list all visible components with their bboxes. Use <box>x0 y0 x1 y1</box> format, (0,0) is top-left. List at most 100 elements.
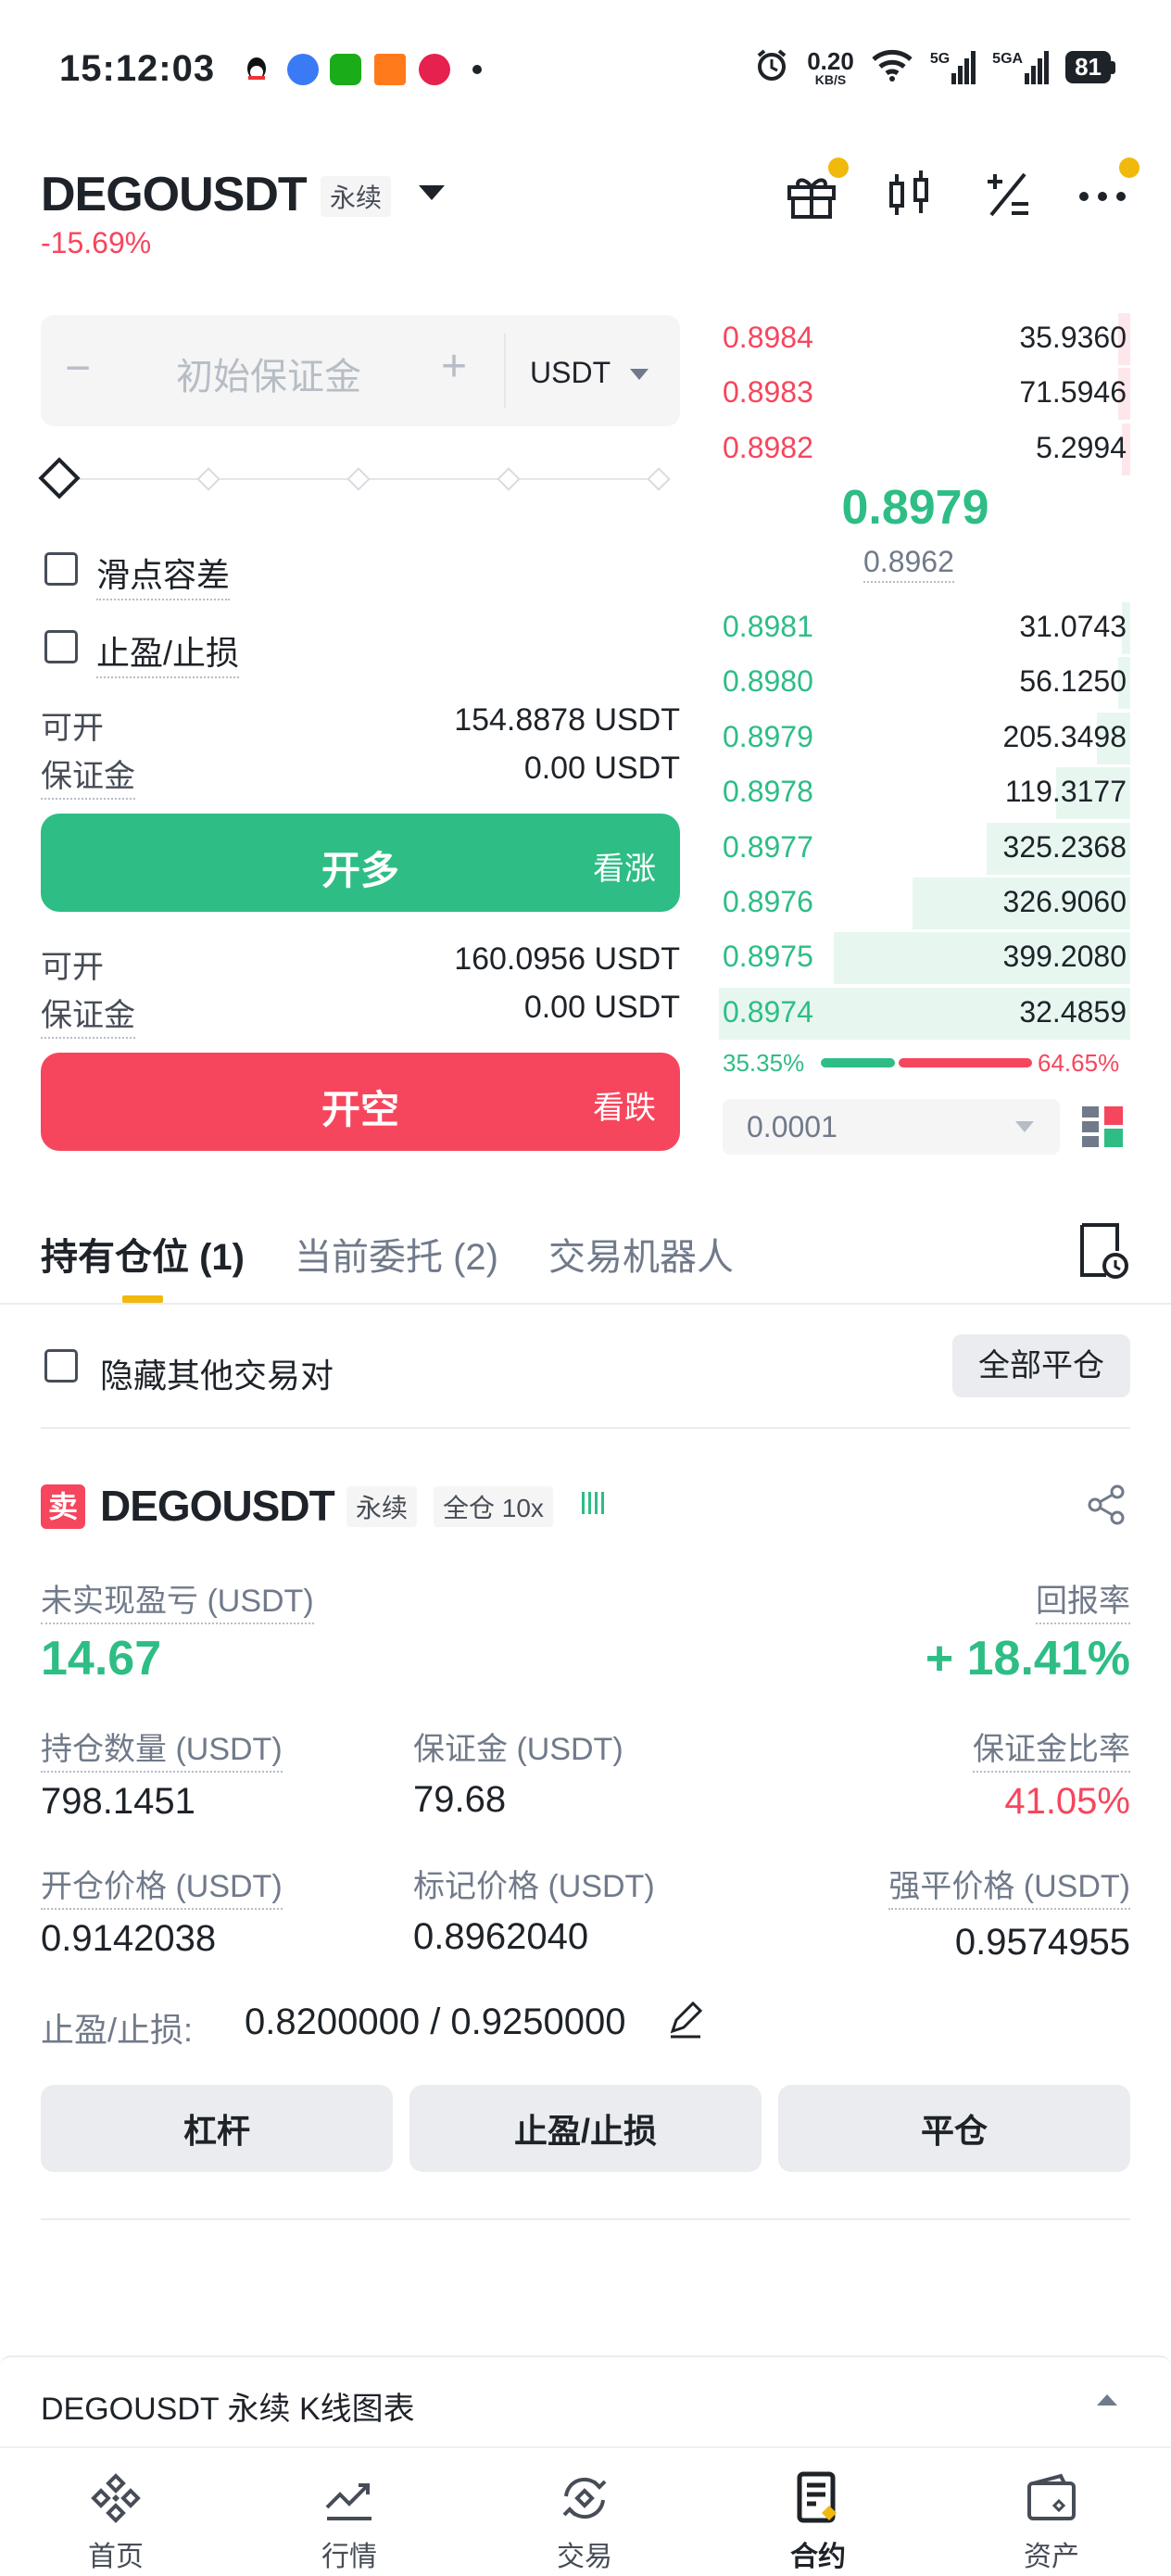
size-value: 798.1451 <box>41 1781 195 1822</box>
battery-icon: 81 <box>1065 51 1115 83</box>
long-available-label: 可开 <box>41 711 104 746</box>
candlestick-chart-icon[interactable] <box>882 167 938 222</box>
margin-increment-button[interactable]: + <box>441 341 467 392</box>
tab-open-orders[interactable]: 当前委托 (2) <box>295 1227 498 1281</box>
slider-handle[interactable] <box>38 457 81 499</box>
signal-5ga: 5GA <box>992 50 1050 84</box>
more-notification-dot <box>1119 158 1140 178</box>
short-available-value: 160.0956 USDT <box>454 941 680 977</box>
bid-qty[interactable]: 31.0743 <box>1019 610 1127 644</box>
margin-input-placeholder[interactable]: 初始保证金 <box>176 347 361 400</box>
open-long-label: 开多 <box>321 849 399 892</box>
short-margin-label: 保证金 <box>41 990 135 1039</box>
signal-5g: 5G <box>929 50 976 84</box>
liq-price-label: 强平价格 (USDT) <box>888 1861 1130 1910</box>
bid-price[interactable]: 0.8976 <box>723 885 813 919</box>
position-symbol[interactable]: DEGOUSDT <box>100 1481 335 1531</box>
home-icon <box>91 2473 141 2523</box>
bid-price[interactable]: 0.8974 <box>723 995 813 1029</box>
kline-chart-bar[interactable]: DEGOUSDT 永续 K线图表 <box>0 2355 1171 2448</box>
currency-select[interactable]: USDT <box>530 356 611 390</box>
margin-value: 79.68 <box>413 1779 507 1820</box>
net2-label: 5GA <box>992 50 1024 67</box>
ask-qty[interactable]: 5.2994 <box>1036 431 1127 465</box>
slippage-label[interactable]: 滑点容差 <box>96 549 231 600</box>
open-short-button[interactable]: 开空 看跌 <box>41 1053 680 1151</box>
buy-ratio-bar <box>821 1058 895 1067</box>
nav-trade[interactable]: 交易 <box>515 2470 654 2574</box>
nav-markets[interactable]: 行情 <box>280 2470 419 2574</box>
bid-qty[interactable]: 119.3177 <box>1005 775 1127 809</box>
slider-node-100[interactable] <box>647 467 671 491</box>
bid-price[interactable]: 0.8981 <box>723 610 813 644</box>
bid-price[interactable]: 0.8979 <box>723 720 813 754</box>
ask-price[interactable]: 0.8982 <box>723 431 813 465</box>
edit-pencil-icon[interactable] <box>665 2000 706 2040</box>
tpsl-button[interactable]: 止盈/止损 <box>409 2085 762 2172</box>
chevron-down-icon[interactable] <box>419 185 445 200</box>
order-book: 0.8984 35.9360 0.8983 71.5946 0.8982 5.2994 0.… <box>719 311 1130 1053</box>
long-available-value: 154.8878 USDT <box>454 702 680 738</box>
open-long-sub: 看涨 <box>593 852 656 887</box>
ask-price[interactable]: 0.8983 <box>723 375 813 410</box>
last-price: 0.8979 <box>841 481 989 535</box>
position-perp-tag: 永续 <box>346 1486 418 1527</box>
order-history-icon[interactable] <box>1075 1221 1130 1281</box>
slider-node-75[interactable] <box>497 467 521 491</box>
bid-qty[interactable]: 326.9060 <box>1003 885 1127 919</box>
pair-title[interactable]: DEGOUSDT <box>41 167 308 222</box>
margin-decrement-button[interactable]: − <box>65 343 91 394</box>
share-icon[interactable] <box>1086 1484 1127 1525</box>
bid-qty[interactable]: 325.2368 <box>1003 830 1127 865</box>
nav-home[interactable]: 首页 <box>46 2470 185 2574</box>
tab-positions[interactable]: 持有仓位 (1) <box>41 1227 245 1281</box>
open-short-label: 开空 <box>321 1088 399 1131</box>
bid-qty[interactable]: 399.2080 <box>1003 940 1127 974</box>
wifi-icon <box>871 48 913 86</box>
leverage-button[interactable]: 杠杆 <box>41 2085 393 2172</box>
tpsl-label[interactable]: 止盈/止损 <box>96 626 240 678</box>
unrealized-pnl-label: 未实现盈亏 (USDT) <box>41 1575 314 1624</box>
card-divider <box>41 2218 1130 2220</box>
bid-qty[interactable]: 205.3498 <box>1003 720 1127 754</box>
hide-other-pairs-label[interactable]: 隐藏其他交易对 <box>100 1349 334 1397</box>
ask-qty[interactable]: 71.5946 <box>1019 375 1127 410</box>
bid-price[interactable]: 0.8975 <box>723 940 813 974</box>
slider-node-50[interactable] <box>346 467 371 491</box>
bid-price[interactable]: 0.8980 <box>723 664 813 699</box>
speed-unit: KB/S <box>814 71 847 87</box>
nav-trade-label: 交易 <box>557 2542 612 2572</box>
margin-label: 保证金 (USDT) <box>413 1732 623 1767</box>
bid-price[interactable]: 0.8977 <box>723 830 813 865</box>
tab-trading-bots[interactable]: 交易机器人 <box>548 1227 734 1281</box>
nav-futures[interactable]: 合约 <box>749 2470 888 2574</box>
net1-label: 5G <box>929 50 951 67</box>
bid-qty[interactable]: 56.1250 <box>1019 664 1127 699</box>
bid-price[interactable]: 0.8978 <box>723 775 813 809</box>
perp-tag: 永续 <box>321 176 392 217</box>
ask-price[interactable]: 0.8984 <box>723 321 813 355</box>
futures-icon <box>797 2471 837 2523</box>
close-all-button[interactable]: 全部平仓 <box>952 1334 1130 1397</box>
calculator-icon[interactable] <box>980 167 1036 222</box>
alarm-icon <box>753 46 790 88</box>
mark-price: 0.8962 <box>863 545 954 583</box>
close-position-button[interactable]: 平仓 <box>778 2085 1130 2172</box>
bid-qty[interactable]: 32.4859 <box>1019 995 1127 1029</box>
hide-other-pairs-checkbox[interactable] <box>44 1349 78 1383</box>
tabs-divider <box>0 1303 1171 1305</box>
chevron-up-icon[interactable] <box>1097 2394 1117 2406</box>
tpsl-checkbox[interactable] <box>44 630 78 663</box>
position-mode-tag: 全仓 10x <box>434 1486 553 1527</box>
speed-value: 0.20 <box>807 46 854 75</box>
ask-qty[interactable]: 35.9360 <box>1019 321 1127 355</box>
slippage-checkbox[interactable] <box>44 552 78 586</box>
precision-select[interactable]: 0.0001 <box>723 1099 1060 1155</box>
markets-icon <box>325 2483 371 2520</box>
open-long-button[interactable]: 开多 看涨 <box>41 814 680 912</box>
music-app-icon <box>419 54 450 85</box>
caret-down-icon[interactable] <box>630 369 648 380</box>
nav-assets[interactable]: 资产 <box>982 2470 1121 2574</box>
book-layout-icon[interactable] <box>1080 1103 1125 1151</box>
slider-node-25[interactable] <box>196 467 220 491</box>
